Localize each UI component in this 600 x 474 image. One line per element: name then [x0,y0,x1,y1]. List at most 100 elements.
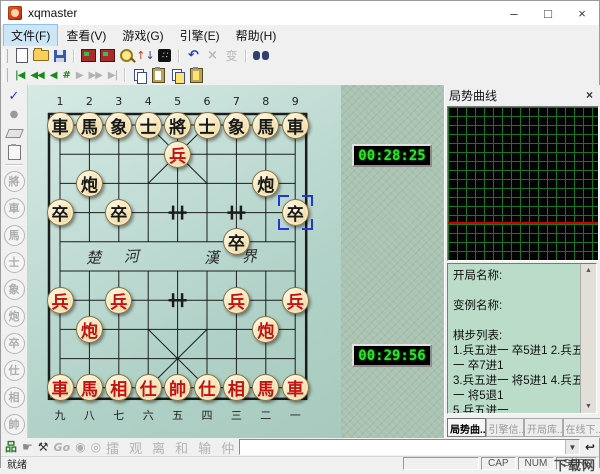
place-piece-button[interactable]: 仕 [4,360,25,381]
xiangqi-board[interactable]: 123456789 九八七六五四三二一 楚 河 漢 界 車馬象士將士象馬車兵炮炮… [28,85,341,438]
tab-online[interactable]: 在线下... [563,418,600,437]
board-piece[interactable]: 卒 [223,228,250,255]
delete-button[interactable]: × [203,47,222,64]
confirm-button[interactable]: ✓ [3,87,25,106]
board-piece[interactable]: 象 [223,112,250,139]
hand-icon[interactable]: ☛ [22,441,33,453]
tab-opening-book[interactable]: 开局库... [524,418,563,437]
maximize-button[interactable]: □ [531,1,565,25]
online-action-label[interactable]: 和 [175,438,188,457]
menu-item-engine[interactable]: 引擎(E) [173,25,227,46]
copy-button[interactable] [130,67,149,84]
erase-button[interactable] [3,125,25,144]
menu-item-game[interactable]: 游戏(G) [115,25,170,46]
board-piece[interactable]: 兵 [282,287,309,314]
tab-curve[interactable]: 局势曲... [447,418,486,437]
board-piece[interactable]: 炮 [76,316,103,343]
board-piece[interactable]: 馬 [76,112,103,139]
place-piece-button[interactable]: 相 [4,387,25,408]
board-piece[interactable]: 仕 [135,374,162,401]
place-piece-button[interactable]: 炮 [4,306,25,327]
reply-icon[interactable]: ↩ [585,441,595,453]
online-action-label[interactable]: 输 [198,438,211,457]
nav-rewind-button[interactable]: ◀◀ [27,70,46,81]
dropdown-icon[interactable]: ▼ [565,440,579,454]
menu-item-help[interactable]: 帮助(H) [229,25,284,46]
flip-board-button[interactable]: ↑↓ [136,47,155,64]
variation-button[interactable]: 变 [222,47,241,64]
undo-button[interactable]: ↶ [184,47,203,64]
board-piece[interactable]: 兵 [223,287,250,314]
place-piece-button[interactable]: 卒 [4,333,25,354]
board-style-button[interactable]: ∷ [155,47,174,64]
menu-item-view[interactable]: 查看(V) [59,25,113,46]
nav-first-button[interactable]: |◀ [12,70,27,81]
online-action-label[interactable]: 观 [129,438,142,457]
board-piece[interactable]: 炮 [252,316,279,343]
online-action-label[interactable]: 仲 [221,438,234,457]
board-piece[interactable]: 兵 [105,287,132,314]
board-piece[interactable]: 士 [135,112,162,139]
paste-fen-button[interactable] [187,67,206,84]
observe-icon[interactable]: ◎ [91,441,101,453]
analyze-button[interactable] [117,47,136,64]
online-action-label[interactable]: 擂 [106,438,119,457]
clipboard-button[interactable] [3,143,25,162]
nav-fastforward-button[interactable]: ▶▶ [86,70,105,81]
board-piece[interactable]: 卒 [47,199,74,226]
tools-icon[interactable]: ⚒ [38,441,49,453]
network-icon[interactable]: 品 [5,441,17,453]
board-piece[interactable]: 車 [47,112,74,139]
place-piece-button[interactable]: 將 [4,171,25,192]
engine2-button[interactable] [98,47,117,64]
minimize-button[interactable]: – [497,1,531,25]
nav-back-button[interactable]: ◀ [47,70,60,81]
panel-close-icon[interactable]: × [583,88,596,102]
tab-engine-info[interactable]: 引擎信... [486,418,525,437]
board-piece[interactable]: 車 [282,112,309,139]
nav-forward-button[interactable]: ▶ [73,70,86,81]
board-piece[interactable]: 車 [47,374,74,401]
board-piece[interactable]: 卒 [282,199,309,226]
place-piece-button[interactable]: 馬 [4,225,25,246]
nav-moves-button[interactable]: # [59,70,72,81]
toolbar-grip[interactable] [3,68,8,82]
menu-item-file[interactable]: 文件(F) [4,25,57,46]
chat-combobox[interactable]: ▼ [239,439,580,455]
place-piece-button[interactable]: 象 [4,279,25,300]
place-piece-button[interactable]: 士 [4,252,25,273]
board-piece[interactable]: 馬 [252,112,279,139]
board-piece[interactable]: 士 [194,112,221,139]
scroll-up-icon[interactable]: ▲ [585,264,592,277]
search-button[interactable] [251,47,270,64]
go-button[interactable]: Go [54,442,71,453]
panel-header: 局势曲线 × [445,85,600,105]
nav-last-button[interactable]: ▶| [105,70,120,81]
board-piece[interactable]: 炮 [252,170,279,197]
board-piece[interactable]: 車 [282,374,309,401]
new-button[interactable] [12,47,31,64]
engine1-button[interactable] [79,47,98,64]
board-piece[interactable]: 象 [105,112,132,139]
board-piece[interactable]: 炮 [76,170,103,197]
main-toolbar: ↑↓ ∷ ↶ × 变 [1,46,599,65]
board-piece[interactable]: 將 [164,112,191,139]
board-piece[interactable]: 兵 [47,287,74,314]
place-piece-button[interactable]: 帥 [4,414,25,435]
toolbar-grip[interactable] [3,49,8,63]
place-piece-button[interactable]: 車 [4,198,25,219]
watch-icon[interactable]: ◉ [75,441,85,453]
open-button[interactable] [31,47,50,64]
close-button[interactable]: × [565,1,599,25]
copy-fen-button[interactable] [168,67,187,84]
scroll-down-icon[interactable]: ▼ [585,400,592,413]
board-piece[interactable]: 兵 [164,141,191,168]
board-piece[interactable]: 馬 [76,374,103,401]
scrollbar[interactable]: ▲ ▼ [580,264,596,413]
board-piece[interactable]: 相 [223,374,250,401]
save-button[interactable] [50,47,69,64]
paste-button[interactable] [149,67,168,84]
point-button[interactable]: ● [3,106,25,125]
board-piece[interactable]: 仕 [194,374,221,401]
online-action-label[interactable]: 离 [152,438,165,457]
